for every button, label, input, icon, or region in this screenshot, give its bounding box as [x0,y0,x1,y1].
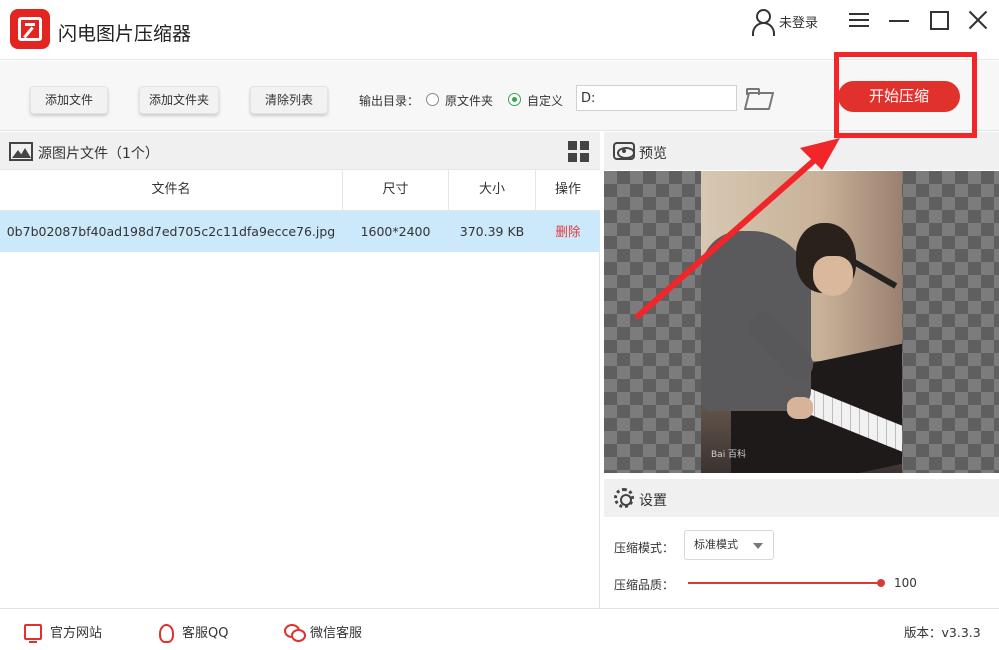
grid-view-icon[interactable] [568,141,589,162]
compression-mode-value: 标准模式 [694,538,738,551]
column-header-dimensions[interactable]: 尺寸 [343,170,449,211]
preview-title: 预览 [639,146,667,162]
customer-qq-label[interactable]: 客服QQ [182,622,228,641]
column-header-action: 操作 [536,170,600,211]
source-files-header: 源图片文件（1个） [0,132,600,170]
delete-file-link[interactable]: 删除 [536,211,600,252]
highlight-annotation-box [834,52,977,138]
user-icon[interactable] [750,8,775,36]
customer-qq-link[interactable]: 客服QQ [156,622,228,643]
wechat-service-link[interactable]: 微信客服 [284,622,362,642]
compression-quality-label: 压缩品质： [614,578,675,592]
source-files-title: 源图片文件（1个） [38,146,159,162]
gear-icon [614,488,634,508]
footer: 官方网站 客服QQ 微信客服 版本：v3.3.3 [0,608,999,650]
compression-mode-select[interactable]: 标准模式 [684,530,774,560]
folder-open-icon[interactable] [746,88,774,108]
official-website-link[interactable]: 官方网站 [24,622,102,643]
maximize-icon[interactable] [928,8,954,34]
radio-custom-folder[interactable] [508,93,521,106]
settings-header: 设置 [604,479,999,517]
official-website-label[interactable]: 官方网站 [50,622,102,641]
close-icon[interactable] [966,8,992,34]
chevron-down-icon [753,543,763,549]
column-header-size[interactable]: 大小 [449,170,536,211]
quality-value: 100 [894,576,917,590]
file-size-cell: 370.39 KB [449,211,536,252]
wechat-service-label[interactable]: 微信客服 [310,622,362,641]
eye-icon [613,142,635,160]
output-path-input[interactable] [576,85,737,111]
file-name-cell: 0b7b02087bf40ad198d7ed705c2c11dfa9ecce76… [0,211,343,252]
settings-title: 设置 [639,493,667,509]
right-panel: 预览 Bai 百科 设置 压缩模式： 标准模式 压缩品质： 100 [604,132,999,608]
version-label: 版本：v3.3.3 [904,625,981,640]
user-login-label[interactable]: 未登录 [779,12,818,31]
minimize-icon[interactable] [887,8,913,34]
logo-icon [10,9,50,49]
quality-slider-fill [688,582,881,584]
quality-slider-handle[interactable] [877,579,885,587]
compression-mode-label: 压缩模式： [614,541,675,555]
user-login[interactable]: 未登录 [750,8,818,36]
title-bar: 闪电图片压缩器 未登录 [0,0,999,60]
image-icon [9,142,33,161]
table-row[interactable]: 0b7b02087bf40ad198d7ed705c2c11dfa9ecce76… [0,211,600,252]
add-folder-button[interactable]: 添加文件夹 [139,86,219,114]
file-dimensions-cell: 1600*2400 [343,211,449,252]
radio-original-folder-label[interactable]: 原文件夹 [445,92,493,109]
output-directory-label: 输出目录： [359,94,420,108]
qq-icon [156,623,174,643]
add-file-button[interactable]: 添加文件 [30,86,108,114]
preview-area: Bai 百科 [604,171,999,473]
monitor-icon [24,623,42,643]
clear-list-button[interactable]: 清除列表 [250,86,328,114]
image-watermark: Bai 百科 [711,450,747,460]
radio-original-folder[interactable] [426,93,439,106]
quality-slider[interactable] [688,579,885,587]
wechat-icon [284,623,306,642]
preview-image: Bai 百科 [701,171,902,473]
app-title: 闪电图片压缩器 [58,23,192,45]
source-files-panel: 源图片文件（1个） 文件名 尺寸 大小 操作 0b7b02087bf40ad19… [0,132,600,608]
menu-icon[interactable] [847,8,873,34]
radio-custom-folder-label[interactable]: 自定义 [527,92,563,109]
column-header-filename[interactable]: 文件名 [0,170,343,211]
